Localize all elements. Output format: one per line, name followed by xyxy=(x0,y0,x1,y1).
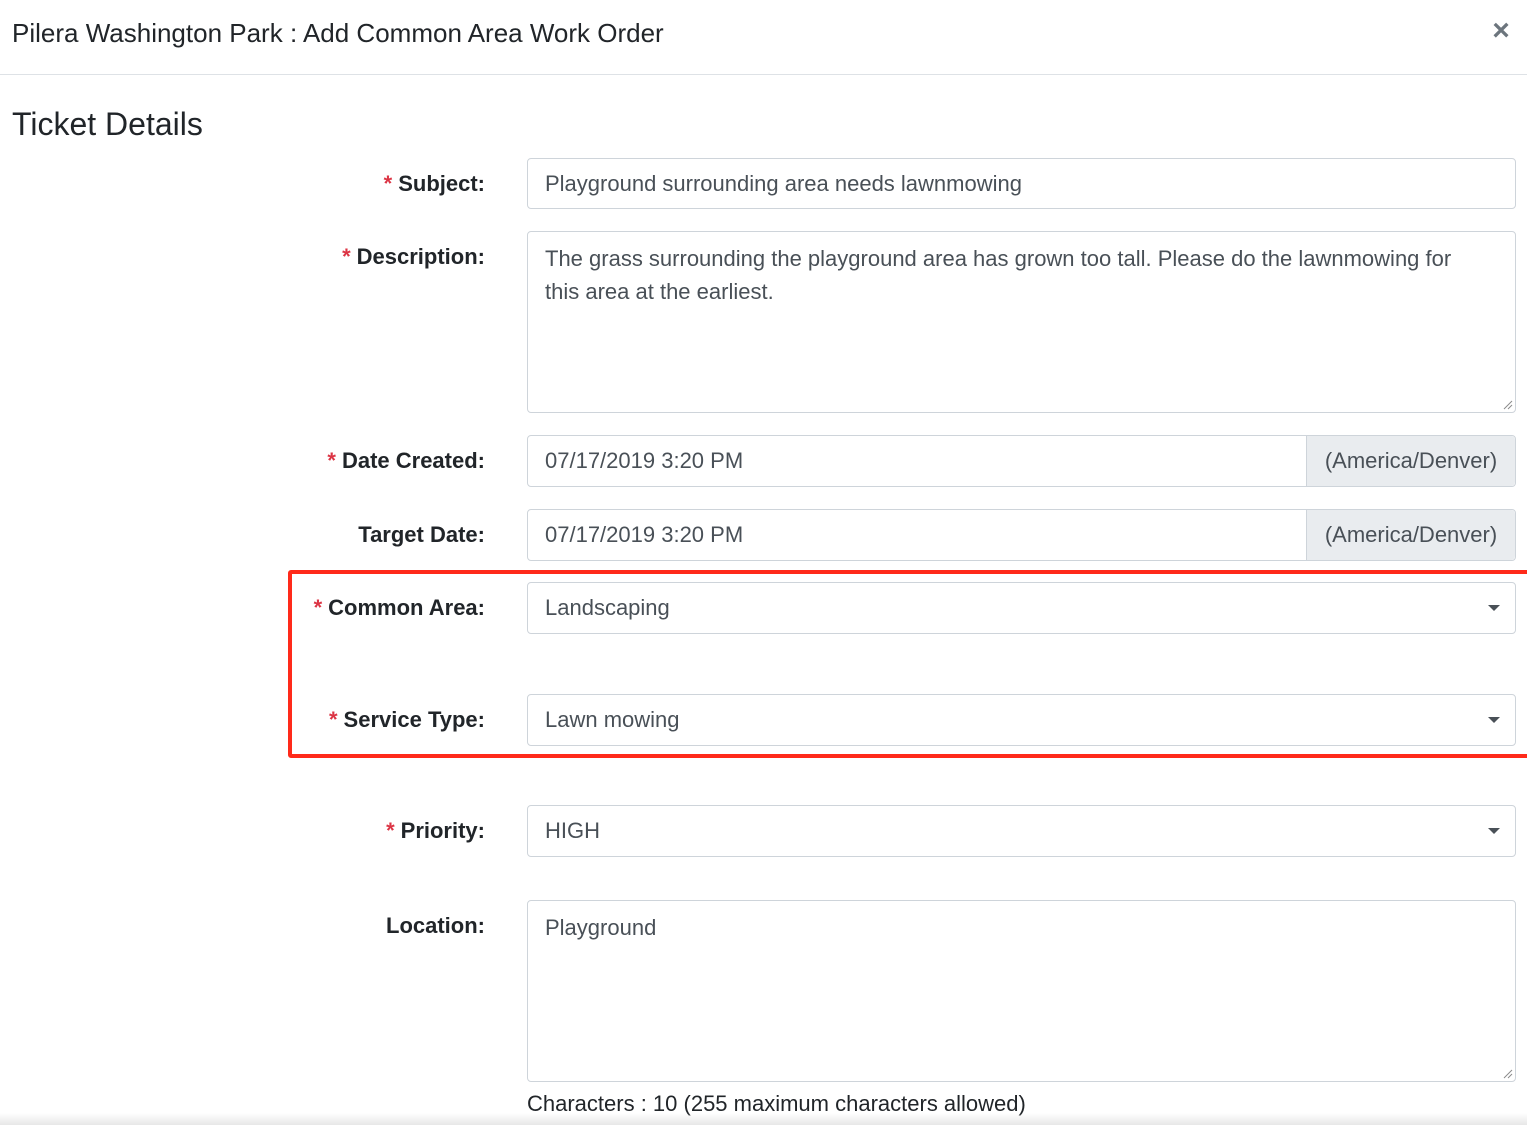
common-area-select[interactable]: Landscaping xyxy=(527,582,1516,634)
required-marker: * xyxy=(313,595,323,620)
date-created-input[interactable]: 07/17/2019 3:20 PM (America/Denver) xyxy=(527,435,1516,487)
description-label: * Description: xyxy=(342,244,485,269)
chevron-down-icon xyxy=(1488,605,1500,611)
target-date-input[interactable]: 07/17/2019 3:20 PM (America/Denver) xyxy=(527,509,1516,561)
priority-label: * Priority: xyxy=(386,818,485,843)
description-value: The grass surrounding the playground are… xyxy=(545,246,1452,304)
common-area-value: Landscaping xyxy=(545,595,670,620)
chevron-down-icon xyxy=(1488,828,1500,834)
required-marker: * xyxy=(383,171,393,196)
description-textarea[interactable]: The grass surrounding the playground are… xyxy=(527,231,1516,413)
subject-label: * Subject: xyxy=(383,171,485,196)
resize-grip-icon[interactable] xyxy=(1501,1067,1513,1079)
resize-grip-icon[interactable] xyxy=(1501,398,1513,410)
modal-header: Pilera Washington Park : Add Common Area… xyxy=(0,0,1527,75)
location-value: Playground xyxy=(545,915,657,940)
modal-title: Pilera Washington Park : Add Common Area… xyxy=(12,18,664,48)
subject-value: Playground surrounding area needs lawnmo… xyxy=(545,171,1022,196)
target-date-label: Target Date: xyxy=(358,522,485,547)
add-work-order-modal: Pilera Washington Park : Add Common Area… xyxy=(0,0,1527,1125)
service-type-value: Lawn mowing xyxy=(545,707,680,732)
priority-select[interactable]: HIGH xyxy=(527,805,1516,857)
location-textarea[interactable]: Playground xyxy=(527,900,1516,1082)
section-title: Ticket Details xyxy=(12,106,203,142)
close-icon[interactable]: × xyxy=(1487,14,1515,48)
required-marker: * xyxy=(327,448,336,473)
date-created-timezone: (America/Denver) xyxy=(1306,436,1515,486)
priority-value: HIGH xyxy=(545,818,600,843)
required-marker: * xyxy=(342,244,351,269)
required-marker: * xyxy=(328,707,338,732)
required-marker: * xyxy=(386,818,395,843)
service-type-label: * Service Type: xyxy=(328,707,485,732)
subject-input[interactable]: Playground surrounding area needs lawnmo… xyxy=(527,158,1516,209)
chevron-down-icon xyxy=(1488,717,1500,723)
target-date-timezone: (America/Denver) xyxy=(1306,510,1515,560)
service-type-select[interactable]: Lawn mowing xyxy=(527,694,1516,746)
bottom-edge-shadow xyxy=(0,1113,1527,1125)
date-created-label: * Date Created: xyxy=(327,448,485,473)
common-area-label: * Common Area: xyxy=(313,595,485,620)
location-label: Location: xyxy=(386,913,485,938)
